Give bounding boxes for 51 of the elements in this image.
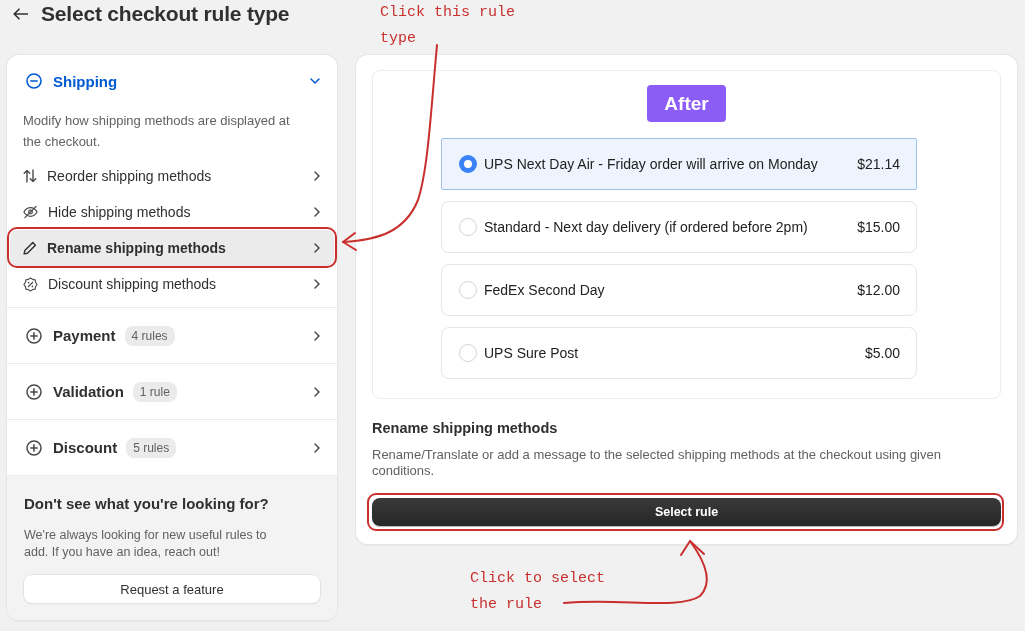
radio-icon (459, 218, 477, 236)
after-tag: After (647, 85, 726, 122)
category-header[interactable]: Validation 1 rule (7, 364, 337, 419)
percent-badge-icon (23, 276, 38, 292)
chevron-right-icon (314, 330, 320, 341)
shipping-price: $5.00 (863, 345, 900, 361)
rule-count: 5 rules (126, 437, 177, 458)
plus-circle-icon (26, 327, 42, 344)
radio-icon (459, 281, 477, 299)
eye-slash-icon (23, 205, 38, 219)
chevron-right-icon (314, 386, 320, 397)
rule-type-item[interactable]: Rename shipping methods (10, 230, 334, 266)
shipping-option[interactable]: FedEx Second Day $12.00 (441, 264, 917, 316)
rule-type-item[interactable]: Discount shipping methods (10, 266, 334, 302)
rule-description: Rename/Translate or add a message to the selected shipping methods at the checkout using given conditions. (372, 447, 942, 479)
plus-circle-icon (26, 383, 42, 400)
category-header[interactable]: Discount 5 rules (7, 420, 337, 475)
help-title: Don't see what you're looking for? (24, 495, 270, 513)
minus-circle-icon (26, 73, 42, 89)
rule-title: Rename shipping methods (372, 419, 559, 437)
category-header[interactable]: Payment 4 rules (7, 308, 337, 363)
annotation-note: Click this rule type (380, 3, 517, 49)
radio-icon (459, 155, 477, 173)
rule-count: 1 rule (132, 381, 177, 402)
pencil-icon (23, 241, 37, 255)
shipping-price: $21.14 (856, 156, 900, 172)
chevron-right-icon (314, 207, 320, 217)
chevron-right-icon (314, 243, 320, 253)
chevron-right-icon (314, 171, 320, 181)
chevron-right-icon (314, 279, 320, 289)
select-rule-button[interactable]: Select rule (372, 498, 1001, 526)
shipping-option[interactable]: UPS Sure Post $5.00 (441, 327, 917, 379)
chevron-down-icon (310, 78, 320, 84)
request-feature-button[interactable]: Request a feature (24, 575, 320, 603)
shipping-option[interactable]: Standard - Next day delivery (if ordered before 2pm) $15.00 (441, 201, 917, 253)
plus-circle-icon (26, 439, 42, 456)
page-title: Select checkout rule type (41, 1, 290, 27)
rule-count: 4 rules (124, 325, 175, 346)
shipping-price: $15.00 (856, 219, 900, 235)
up-down-arrows-icon (23, 169, 37, 183)
shipping-price: $12.00 (856, 282, 900, 298)
chevron-right-icon (314, 442, 320, 453)
category-description: Modify how shipping methods are displayed at the checkout. (22, 112, 291, 151)
back-arrow-icon[interactable] (13, 8, 28, 20)
rule-type-item[interactable]: Reorder shipping methods (10, 158, 334, 194)
rule-type-item[interactable]: Hide shipping methods (10, 194, 334, 230)
shipping-option[interactable]: UPS Next Day Air - Friday order will arrive on Monday $21.14 (441, 138, 917, 190)
category-header[interactable]: Shipping (7, 55, 337, 107)
radio-icon (459, 344, 477, 362)
annotation-note: Click to select the rule (470, 569, 607, 615)
help-text: We're always looking for new useful rules to add. If you have an idea, reach out! (24, 527, 268, 561)
